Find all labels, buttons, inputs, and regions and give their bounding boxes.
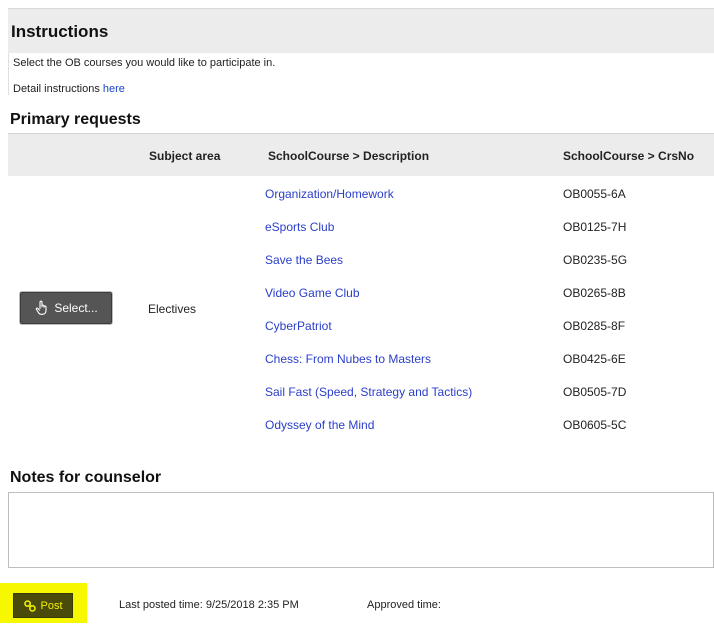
course-number: OB0055-6A: [563, 187, 626, 201]
instructions-text: Select the OB courses you would like to …: [13, 57, 276, 69]
course-link[interactable]: Odyssey of the Mind: [265, 418, 374, 432]
column-header-crsno: SchoolCourse > CrsNo: [563, 149, 695, 163]
approved-time: Approved time:: [367, 599, 441, 611]
subject-area-cell: Electives: [148, 302, 197, 316]
course-link[interactable]: Save the Bees: [265, 253, 343, 267]
instructions-header: Instructions: [8, 8, 714, 53]
detail-instructions-label: Detail instructions: [13, 83, 103, 95]
notes-title: Notes for counselor: [10, 469, 162, 486]
column-header-description: SchoolCourse > Description: [268, 149, 430, 163]
last-posted-time: Last posted time: 9/25/2018 2:35 PM: [119, 599, 299, 611]
select-button[interactable]: Select...: [20, 292, 112, 324]
notes-box: [8, 492, 714, 568]
instructions-body: Select the OB courses you would like to …: [8, 53, 714, 95]
select-button-label: Select...: [54, 301, 98, 315]
course-number: OB0425-6E: [563, 352, 626, 366]
course-number: OB0235-5G: [563, 253, 628, 267]
detail-instructions-link[interactable]: here: [103, 83, 125, 95]
course-number: OB0505-7D: [563, 385, 627, 399]
primary-requests-title: Primary requests: [10, 111, 141, 128]
course-link[interactable]: Sail Fast (Speed, Strategy and Tactics): [265, 385, 472, 399]
instructions-title: Instructions: [11, 22, 109, 41]
course-link[interactable]: Chess: From Nubes to Masters: [265, 352, 431, 366]
post-button-label: Post: [40, 599, 63, 612]
link-icon: [23, 599, 37, 613]
column-header-subject: Subject area: [149, 149, 221, 163]
table-header: Subject area SchoolCourse > Description …: [8, 133, 714, 176]
course-link[interactable]: Video Game Club: [265, 286, 360, 300]
course-link[interactable]: Organization/Homework: [265, 187, 394, 201]
detail-instructions: Detail instructions here: [13, 83, 125, 95]
course-number: OB0125-7H: [563, 220, 627, 234]
course-number: OB0605-5C: [563, 418, 627, 432]
notes-textarea[interactable]: [9, 493, 713, 567]
course-link[interactable]: CyberPatriot: [265, 319, 332, 333]
course-number: OB0265-8B: [563, 286, 626, 300]
course-link[interactable]: eSports Club: [265, 220, 334, 234]
post-button[interactable]: Post: [13, 593, 73, 618]
hand-pointer-icon: [34, 300, 50, 316]
course-number: OB0285-8F: [563, 319, 626, 333]
